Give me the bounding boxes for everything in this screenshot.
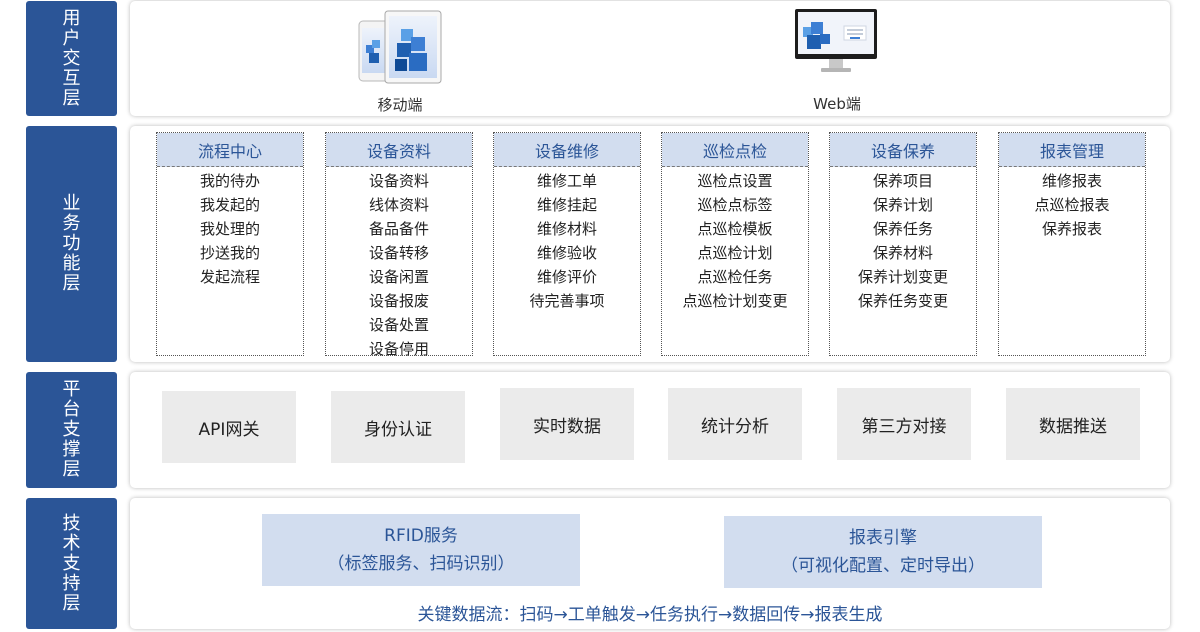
module-header: 流程中心 <box>157 133 303 167</box>
layer-label-user-text: 用户交互层 <box>62 7 81 109</box>
module-header: 设备资料 <box>326 133 472 167</box>
module-item: 保养项目 <box>872 172 933 190</box>
module-header: 巡检点检 <box>662 133 808 167</box>
module-item: 保养任务 <box>872 220 933 238</box>
module-item: 保养计划变更 <box>857 268 948 286</box>
platform-box-realtime-data: 实时数据 <box>500 388 634 460</box>
platform-box-third-party: 第三方对接 <box>837 388 971 460</box>
web-caption: Web端 <box>813 95 861 113</box>
module-item: 发起流程 <box>199 268 260 286</box>
tech-box-subtitle: （标签服务、扫码识别） <box>327 554 515 574</box>
module-item: 维修工单 <box>536 172 597 190</box>
module-item: 我处理的 <box>199 220 260 238</box>
module-equipment-data: 设备资料 设备资料 线体资料 备品备件 设备转移 设备闲置 设备报废 设备处置 … <box>325 132 473 358</box>
business-layer-panel: 流程中心 我的待办 我发起的 我处理的 抄送我的 发起流程 设备资料 设备资料 … <box>130 126 1170 362</box>
platform-layer-panel: API网关 身份认证 实时数据 统计分析 第三方对接 数据推送 <box>130 372 1170 488</box>
mobile-caption: 移动端 <box>377 96 423 114</box>
module-item: 维修挂起 <box>536 196 597 214</box>
module-header: 设备保养 <box>830 133 976 167</box>
module-process-center: 流程中心 我的待办 我发起的 我处理的 抄送我的 发起流程 <box>156 132 304 356</box>
module-item: 待完善事项 <box>529 292 605 310</box>
user-layer-panel: 移动端 Web端 <box>130 1 1170 116</box>
module-item: 设备闲置 <box>368 268 429 286</box>
tech-box-report-engine: 报表引擎 （可视化配置、定时导出） <box>724 516 1042 588</box>
module-header: 设备维修 <box>494 133 640 167</box>
layer-label-user: 用户交互层 <box>26 1 117 116</box>
platform-box-auth: 身份认证 <box>331 391 465 463</box>
module-equipment-repair: 设备维修 维修工单 维修挂起 维修材料 维修验收 维修评价 待完善事项 <box>493 132 641 356</box>
module-item: 点巡检模板 <box>697 220 773 238</box>
module-item: 我发起的 <box>199 196 260 214</box>
module-item: 抄送我的 <box>199 244 260 262</box>
layer-label-platform: 平台支撑层 <box>26 372 117 488</box>
module-item: 保养任务变更 <box>857 292 948 310</box>
module-item: 维修评价 <box>536 268 597 286</box>
module-item: 设备停用 <box>368 340 429 358</box>
module-item: 设备资料 <box>368 172 429 190</box>
module-header: 报表管理 <box>999 133 1145 167</box>
module-item: 点巡检报表 <box>1034 196 1110 214</box>
layer-label-business-text: 业务功能层 <box>62 193 81 294</box>
tech-box-subtitle: （可视化配置、定时导出） <box>781 556 985 576</box>
key-data-flow: 关键数据流：扫码→工单触发→任务执行→数据回传→报表生成 <box>417 605 883 625</box>
platform-box-api-gateway: API网关 <box>162 391 296 463</box>
module-reports: 报表管理 维修报表 点巡检报表 保养报表 <box>998 132 1146 356</box>
platform-box-analytics: 统计分析 <box>668 388 802 460</box>
desktop-monitor-icon <box>794 8 878 74</box>
module-item: 维修报表 <box>1041 172 1102 190</box>
module-item: 巡检点设置 <box>697 172 773 190</box>
module-item: 保养报表 <box>1041 220 1102 238</box>
module-inspection: 巡检点检 巡检点设置 巡检点标签 点巡检模板 点巡检计划 点巡检任务 点巡检计划… <box>661 132 809 356</box>
module-item: 点巡检计划变更 <box>682 292 788 310</box>
mobile-devices-icon <box>357 9 443 85</box>
layer-label-platform-text: 平台支撑层 <box>62 379 81 480</box>
module-item: 点巡检任务 <box>697 268 773 286</box>
module-item: 设备转移 <box>368 244 429 262</box>
module-maintenance: 设备保养 保养项目 保养计划 保养任务 保养材料 保养计划变更 保养任务变更 <box>829 132 977 356</box>
module-item: 我的待办 <box>199 172 260 190</box>
tech-layer-panel: RFID服务 （标签服务、扫码识别） 报表引擎 （可视化配置、定时导出） 关键数… <box>130 498 1170 629</box>
layer-label-tech-text: 技术支持层 <box>62 512 81 614</box>
layer-label-tech: 技术支持层 <box>26 498 117 629</box>
tech-box-title: 报表引擎 <box>849 528 917 548</box>
layer-label-business: 业务功能层 <box>26 126 117 362</box>
tech-box-rfid: RFID服务 （标签服务、扫码识别） <box>262 514 580 586</box>
module-item: 维修验收 <box>536 244 597 262</box>
tech-box-title: RFID服务 <box>384 526 458 546</box>
module-item: 设备报废 <box>368 292 429 310</box>
module-item: 点巡检计划 <box>697 244 773 262</box>
module-item: 保养计划 <box>872 196 933 214</box>
platform-box-data-push: 数据推送 <box>1006 388 1140 460</box>
module-item: 线体资料 <box>368 196 429 214</box>
module-item: 维修材料 <box>536 220 597 238</box>
module-item: 巡检点标签 <box>697 196 773 214</box>
module-item: 保养材料 <box>872 244 933 262</box>
module-item: 设备处置 <box>368 316 429 334</box>
module-item: 备品备件 <box>368 220 429 238</box>
